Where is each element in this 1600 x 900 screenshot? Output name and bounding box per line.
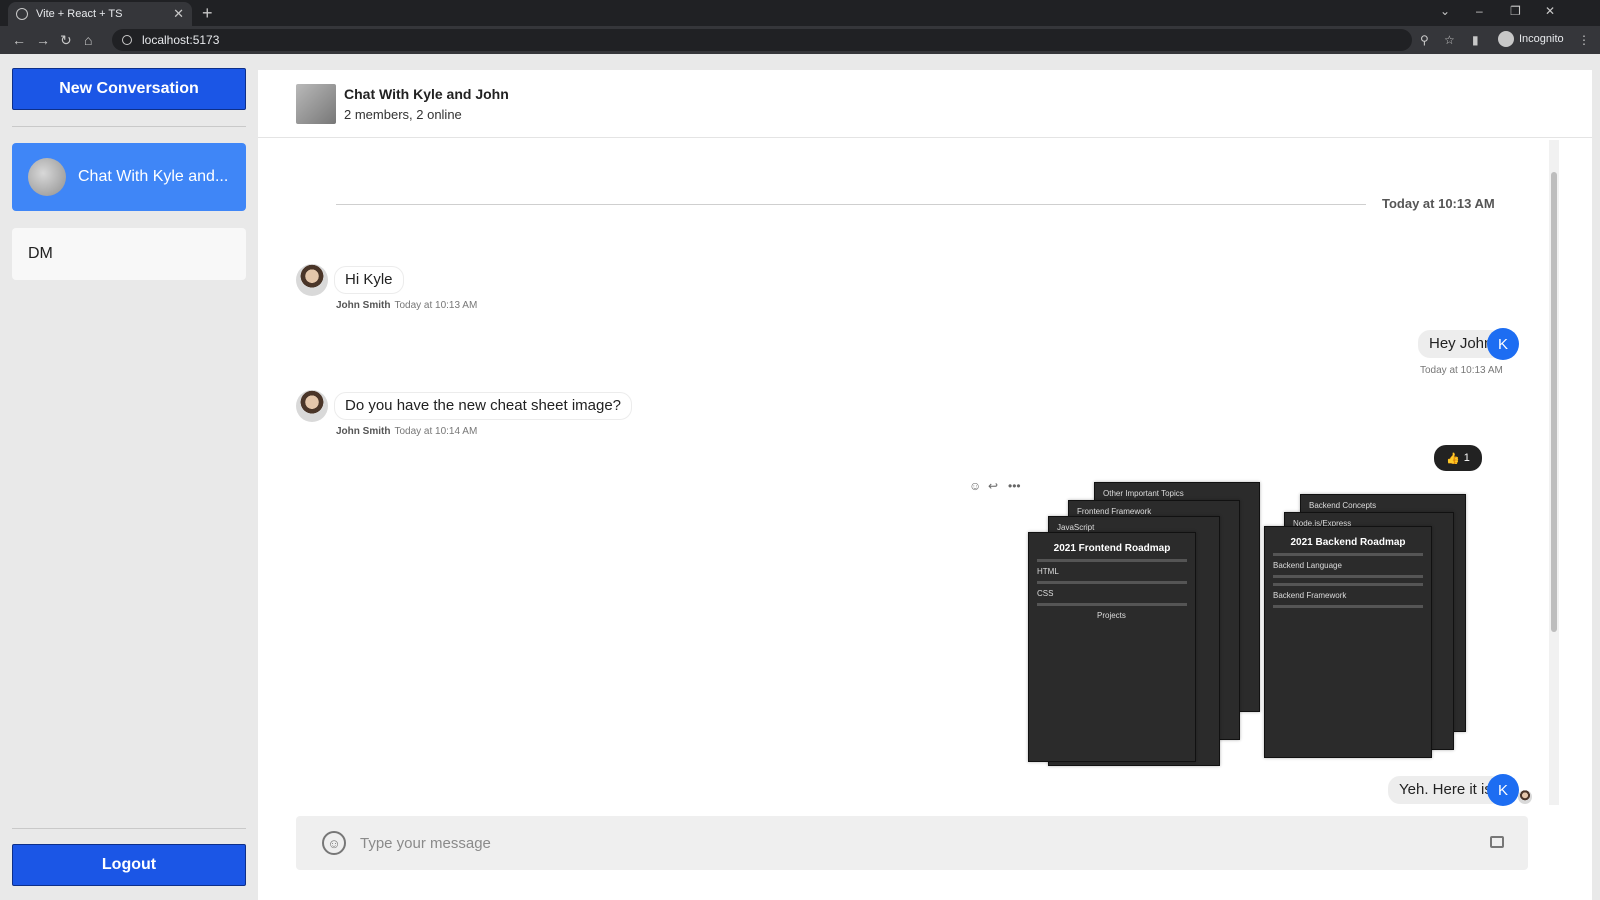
frontend-roadmap-sheet: 2021 Frontend Roadmap HTML CSS Projects <box>1028 532 1196 762</box>
reload-icon[interactable]: ↻ <box>60 31 72 49</box>
chat-title: Chat With Kyle and John <box>344 86 509 102</box>
conversation-label: DM <box>28 245 53 262</box>
side-panel-icon[interactable]: ▮ <box>1472 32 1479 48</box>
message-time: Today at 10:14 AM <box>394 426 478 437</box>
sheet-title: 2021 Backend Roadmap <box>1290 537 1406 548</box>
sheet-line <box>1037 559 1187 562</box>
home-icon[interactable]: ⌂ <box>84 31 92 49</box>
browser-menu-icon[interactable]: ⋮ <box>1578 32 1590 48</box>
date-divider-line <box>336 204 1366 205</box>
message-input[interactable] <box>360 828 1460 858</box>
conversation-label: Chat With Kyle and... <box>78 168 229 185</box>
bookmark-star-icon[interactable]: ☆ <box>1444 32 1455 48</box>
message-meta: John Smith Today at 10:14 AM <box>336 426 477 437</box>
message-meta: John Smith Today at 10:13 AM <box>336 300 477 311</box>
more-icon[interactable]: ••• <box>1008 479 1021 493</box>
logout-button[interactable]: Logout <box>12 844 246 886</box>
browser-tabbar: Vite + React + TS ✕ + ⌄ – ❐ ✕ <box>0 0 1600 26</box>
message-time: Today at 10:13 AM <box>394 300 478 311</box>
incognito-indicator[interactable]: Incognito <box>1498 31 1564 47</box>
sidebar-divider <box>12 828 246 829</box>
sidebar: New Conversation Chat With Kyle and... D… <box>0 54 260 900</box>
incognito-icon <box>1498 31 1514 47</box>
emoji-icon[interactable]: ☺ <box>322 831 346 855</box>
sheet-line <box>1273 575 1423 578</box>
message-composer: ☺ <box>296 816 1528 870</box>
forward-icon[interactable]: → <box>36 31 50 49</box>
add-reaction-icon[interactable]: ☺ <box>969 479 981 493</box>
zoom-icon[interactable]: ⚲ <box>1420 32 1429 48</box>
group-avatar <box>296 84 336 124</box>
back-icon[interactable]: ← <box>12 31 26 49</box>
chat-header: Chat With Kyle and John 2 members, 2 onl… <box>258 70 1592 138</box>
scrollbar-thumb[interactable] <box>1551 172 1557 632</box>
message-list-scrollbar[interactable] <box>1549 140 1559 805</box>
sheet-heading: Projects <box>1097 611 1126 620</box>
site-info-icon[interactable] <box>122 35 132 45</box>
sheet-heading: HTML <box>1037 567 1059 576</box>
reaction-count: 1 <box>1463 452 1470 464</box>
address-bar: ← → ↻ ⌂ localhost:5173 ⚲ ☆ ▮ Incognito ⋮ <box>0 26 1600 54</box>
restore-icon[interactable]: ❐ <box>1510 4 1521 18</box>
sheet-line <box>1037 581 1187 584</box>
avatar[interactable]: K <box>1487 774 1519 806</box>
read-receipt-avatar <box>1518 790 1532 804</box>
new-tab-icon[interactable]: + <box>202 2 213 24</box>
message-bubble[interactable]: Hi Kyle <box>334 266 404 294</box>
sheet-line <box>1273 553 1423 556</box>
date-divider-label: Today at 10:13 AM <box>1382 196 1495 211</box>
new-conversation-button[interactable]: New Conversation <box>12 68 246 110</box>
image-icon[interactable] <box>1490 836 1504 848</box>
close-tab-icon[interactable]: ✕ <box>173 6 184 22</box>
message-time: Today at 10:13 AM <box>1420 365 1503 376</box>
tab-title: Vite + React + TS <box>36 8 123 20</box>
close-window-icon[interactable]: ✕ <box>1545 4 1555 18</box>
conversation-item-dm[interactable]: DM <box>12 228 246 280</box>
backend-roadmap-sheet: 2021 Backend Roadmap Backend Language Ba… <box>1264 526 1432 758</box>
sheet-heading: Other Important Topics <box>1103 489 1184 498</box>
sheet-line <box>1037 603 1187 606</box>
reply-icon[interactable]: ↩ <box>988 479 998 493</box>
sheet-heading: Frontend Framework <box>1077 507 1152 516</box>
sheet-heading: Backend Language <box>1273 561 1342 570</box>
url-field[interactable]: localhost:5173 <box>112 29 1412 51</box>
conversation-avatar <box>28 158 66 196</box>
globe-icon <box>16 8 28 20</box>
browser-tab[interactable]: Vite + React + TS ✕ <box>8 2 192 26</box>
sidebar-divider <box>12 126 246 127</box>
message-author: John Smith <box>336 426 391 437</box>
incognito-label: Incognito <box>1519 33 1564 45</box>
thumbs-up-icon: 👍 <box>1446 452 1460 465</box>
message-author: John Smith <box>336 300 391 311</box>
chat-panel: Chat With Kyle and John 2 members, 2 onl… <box>258 70 1592 900</box>
sheet-line <box>1273 605 1423 608</box>
sheet-heading: Backend Framework <box>1273 591 1347 600</box>
sheet-heading: CSS <box>1037 589 1054 598</box>
sheet-heading: Backend Concepts <box>1309 501 1377 510</box>
avatar[interactable]: K <box>1487 328 1519 360</box>
tab-search-icon[interactable]: ⌄ <box>1440 4 1450 18</box>
conversation-item-group[interactable]: Chat With Kyle and... <box>12 143 246 211</box>
minimize-icon[interactable]: – <box>1476 4 1483 18</box>
chat-member-status: 2 members, 2 online <box>344 107 462 122</box>
sheet-title: 2021 Frontend Roadmap <box>1053 543 1171 554</box>
image-attachment[interactable]: Other Important Topics Frontend Framewor… <box>1028 482 1488 772</box>
avatar[interactable] <box>296 264 328 296</box>
sheet-line <box>1273 583 1423 586</box>
sheet-heading: JavaScript <box>1057 523 1095 532</box>
avatar[interactable] <box>296 390 328 422</box>
url-text: localhost:5173 <box>142 33 220 47</box>
reaction-badge[interactable]: 👍 1 <box>1434 445 1482 471</box>
message-bubble[interactable]: Yeh. Here it is <box>1388 776 1503 804</box>
message-bubble[interactable]: Do you have the new cheat sheet image? <box>334 392 633 420</box>
